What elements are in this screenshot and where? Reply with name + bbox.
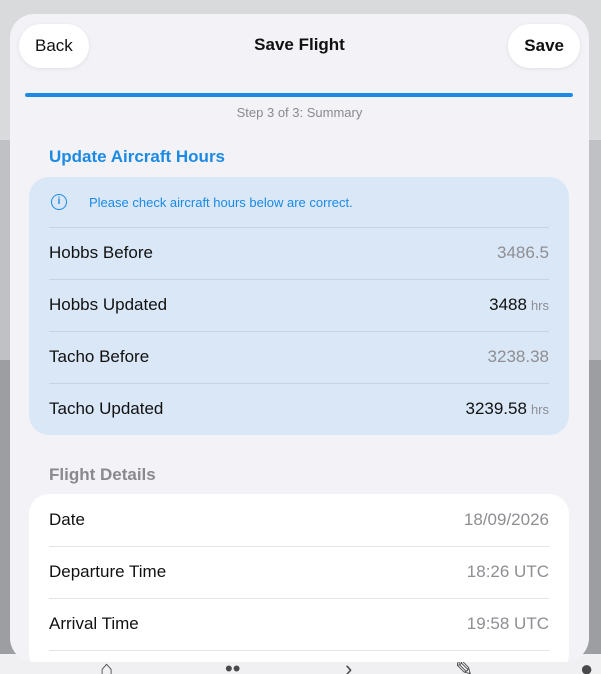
save-flight-sheet: Back Save Flight Save Step 3 of 3: Summa… (10, 14, 589, 662)
row-divider (49, 279, 549, 280)
info-notice: i Please check aircraft hours below are … (29, 177, 569, 227)
hobbs-updated-label: Hobbs Updated (49, 295, 168, 314)
hobbs-updated-row[interactable]: Hobbs Updated 3488 hrs (29, 279, 569, 331)
row-divider (49, 227, 549, 228)
arrival-time-value[interactable]: 19:58 UTC (467, 614, 549, 634)
next-row-partial (29, 650, 569, 662)
sheet-title: Save Flight (254, 35, 345, 54)
tacho-updated-label: Tacho Updated (49, 399, 164, 418)
hobbs-before-row: Hobbs Before 3486.5 (29, 227, 569, 279)
row-divider (49, 650, 549, 651)
flight-details-card: Date 18/09/2026 Departure Time 18:26 UTC… (29, 494, 569, 662)
tacho-before-value: 3238.38 (487, 347, 549, 366)
aircraft-hours-card: i Please check aircraft hours below are … (29, 177, 569, 435)
sheet-header: Back Save Flight Save (10, 14, 589, 78)
tacho-updated-unit: hrs (530, 402, 549, 417)
row-divider (49, 331, 549, 332)
row-divider (49, 383, 549, 384)
progress-bar-fill (25, 93, 573, 97)
tacho-before-row: Tacho Before 3238.38 (29, 331, 569, 383)
tacho-updated-value[interactable]: 3239.58 hrs (465, 399, 549, 419)
info-icon: i (51, 194, 67, 210)
row-divider (49, 546, 549, 547)
progress-bar (25, 93, 573, 97)
tacho-updated-row[interactable]: Tacho Updated 3239.58 hrs (29, 383, 569, 435)
departure-time-value[interactable]: 18:26 UTC (467, 562, 549, 582)
save-button[interactable]: Save (508, 24, 580, 68)
arrival-time-row[interactable]: Arrival Time 19:58 UTC (29, 598, 569, 650)
departure-time-label: Departure Time (49, 562, 167, 581)
flight-details-title: Flight Details (49, 465, 156, 484)
hobbs-before-label: Hobbs Before (49, 243, 153, 262)
date-value[interactable]: 18/09/2026 (464, 510, 549, 530)
date-label: Date (49, 510, 85, 529)
tacho-before-label: Tacho Before (49, 347, 150, 366)
step-label: Step 3 of 3: Summary (236, 105, 363, 120)
hobbs-updated-value[interactable]: 3488 hrs (489, 295, 549, 315)
info-notice-text: Please check aircraft hours below are co… (89, 195, 353, 210)
update-aircraft-hours-title: Update Aircraft Hours (49, 147, 226, 166)
arrival-time-label: Arrival Time (49, 614, 139, 633)
row-divider (49, 598, 549, 599)
departure-time-row[interactable]: Departure Time 18:26 UTC (29, 546, 569, 598)
date-row[interactable]: Date 18/09/2026 (29, 494, 569, 546)
hobbs-before-value: 3486.5 (497, 243, 549, 262)
hobbs-updated-unit: hrs (530, 298, 549, 313)
tab-icon-more: ● (580, 656, 594, 674)
